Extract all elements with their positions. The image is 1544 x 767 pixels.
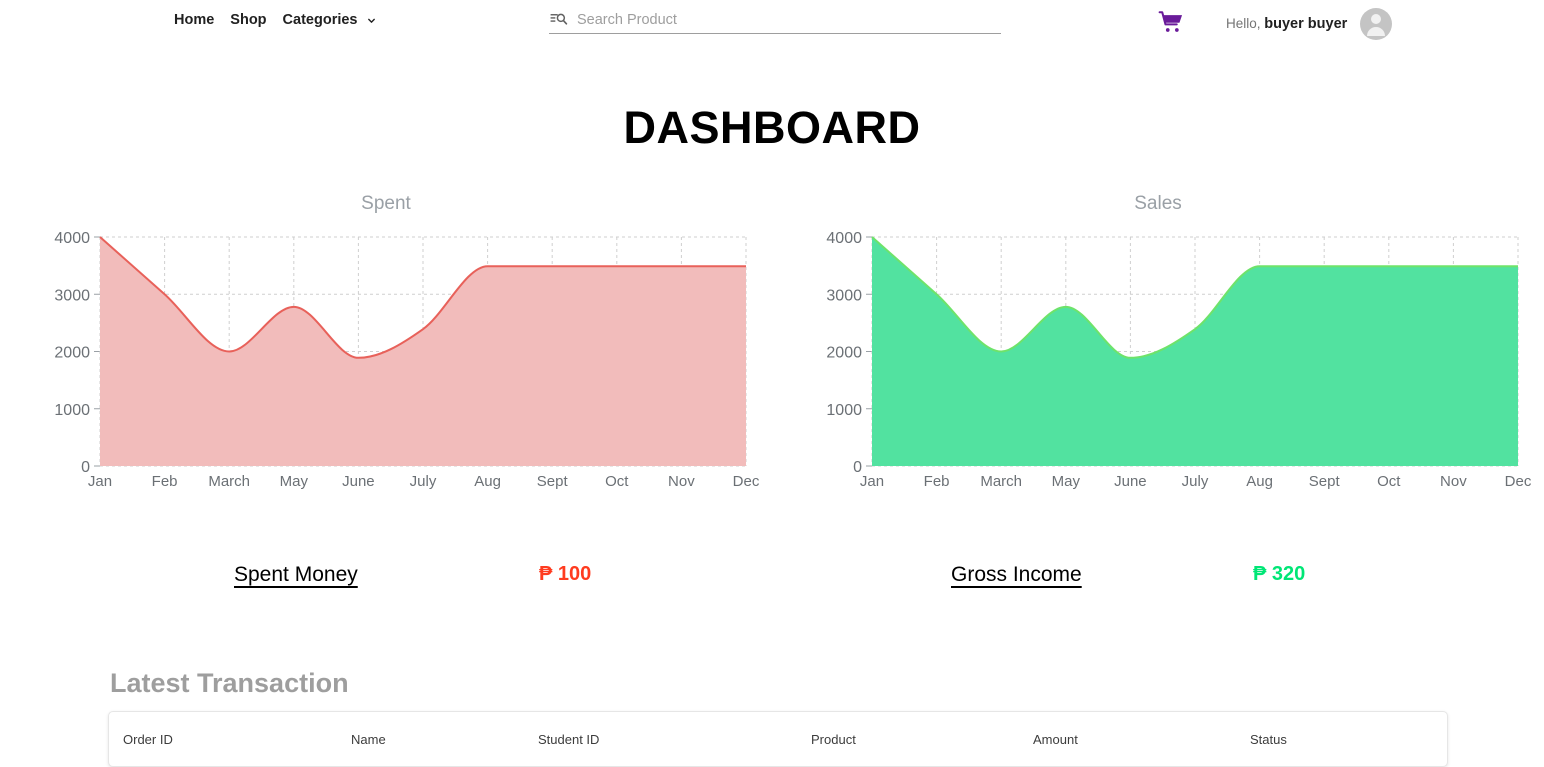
- gross-income-label: Gross Income: [951, 563, 1082, 586]
- svg-text:4000: 4000: [826, 230, 862, 247]
- svg-text:Sept: Sept: [537, 473, 569, 490]
- search-bar[interactable]: [549, 10, 1001, 34]
- nav-categories[interactable]: Categories: [283, 12, 378, 28]
- summary-income: Gross Income ₱ 320: [772, 563, 1544, 603]
- svg-text:1000: 1000: [826, 402, 862, 419]
- search-input[interactable]: [577, 11, 1001, 28]
- chart-spent-plot[interactable]: 0 1000 2000 3000 4000 Jan Feb March May June July A…: [0, 229, 772, 494]
- spent-money-value: ₱ 100: [539, 563, 592, 585]
- summary-spent: Spent Money ₱ 100: [0, 563, 772, 603]
- svg-text:March: March: [980, 473, 1022, 490]
- chevron-down-icon: [365, 14, 378, 27]
- chart-sales-title: Sales: [1134, 193, 1182, 214]
- latest-transaction-section: Latest Transaction Order ID Name Student…: [108, 668, 1448, 767]
- svg-text:2000: 2000: [826, 345, 862, 362]
- svg-text:Aug: Aug: [1246, 473, 1273, 490]
- main-nav: Home Shop Categories: [174, 12, 378, 28]
- svg-text:Oct: Oct: [1377, 473, 1401, 490]
- column-header-status[interactable]: Status: [1250, 732, 1430, 747]
- page-title: DASHBOARD: [623, 102, 921, 153]
- svg-text:June: June: [342, 473, 375, 490]
- svg-text:Nov: Nov: [1440, 473, 1467, 490]
- user-area[interactable]: Hello, buyer buyer: [1226, 8, 1393, 40]
- svg-text:Oct: Oct: [605, 473, 629, 490]
- svg-text:3000: 3000: [826, 287, 862, 304]
- column-header-student-id[interactable]: Student ID: [538, 732, 811, 747]
- svg-text:March: March: [208, 473, 250, 490]
- svg-text:Sept: Sept: [1309, 473, 1341, 490]
- column-header-name[interactable]: Name: [351, 732, 538, 747]
- transactions-table: Order ID Name Student ID Product Amount …: [108, 711, 1448, 767]
- svg-text:2000: 2000: [54, 345, 90, 362]
- svg-text:July: July: [1182, 473, 1209, 490]
- svg-text:3000: 3000: [54, 287, 90, 304]
- spent-money-label: Spent Money: [234, 563, 358, 586]
- avatar-head-shape: [1371, 14, 1382, 24]
- site-header: Home Shop Categories Search Product Hell…: [0, 0, 1544, 44]
- avatar-body-shape: [1367, 27, 1386, 36]
- column-header-amount[interactable]: Amount: [1033, 732, 1250, 747]
- svg-text:Dec: Dec: [1505, 473, 1532, 490]
- chart-spent: Spent 0 1000 2000 3000 4000 Jan Feb March May Jun…: [0, 193, 772, 498]
- svg-text:Jan: Jan: [88, 473, 112, 490]
- svg-text:1000: 1000: [54, 402, 90, 419]
- gross-income-value: ₱ 320: [1253, 563, 1306, 585]
- shopping-cart-icon[interactable]: [1158, 9, 1184, 35]
- svg-text:May: May: [280, 473, 309, 490]
- svg-text:July: July: [410, 473, 437, 490]
- svg-text:Feb: Feb: [924, 473, 950, 490]
- nav-shop[interactable]: Shop: [230, 12, 266, 28]
- svg-text:Dec: Dec: [733, 473, 760, 490]
- greeting-prefix: Hello,: [1226, 16, 1261, 31]
- chart-sales-plot[interactable]: 0 1000 2000 3000 4000 Jan Feb March May June July A…: [772, 229, 1544, 494]
- nav-categories-label: Categories: [282, 12, 358, 28]
- column-header-product[interactable]: Product: [811, 732, 1033, 747]
- charts-row: Spent 0 1000 2000 3000 4000 Jan Feb March May Jun…: [0, 193, 1544, 498]
- svg-text:May: May: [1052, 473, 1081, 490]
- column-header-order-id[interactable]: Order ID: [109, 732, 351, 747]
- chart-sales: Sales 0 1000 2000 3000 4000 Jan Feb March May Jun…: [772, 193, 1544, 498]
- svg-text:Feb: Feb: [152, 473, 178, 490]
- summary-row: Spent Money ₱ 100 Gross Income ₱ 320: [0, 563, 1544, 603]
- svg-text:Aug: Aug: [474, 473, 501, 490]
- nav-home[interactable]: Home: [174, 12, 214, 28]
- latest-transaction-heading: Latest Transaction: [110, 668, 349, 698]
- chart-spent-title: Spent: [361, 193, 411, 214]
- greeting: Hello, buyer buyer: [1226, 16, 1347, 32]
- svg-text:Jan: Jan: [860, 473, 884, 490]
- svg-text:Nov: Nov: [668, 473, 695, 490]
- svg-text:June: June: [1114, 473, 1147, 490]
- user-name: buyer buyer: [1264, 16, 1348, 32]
- avatar[interactable]: [1360, 8, 1393, 40]
- manage-search-icon: [549, 10, 568, 29]
- svg-text:4000: 4000: [54, 230, 90, 247]
